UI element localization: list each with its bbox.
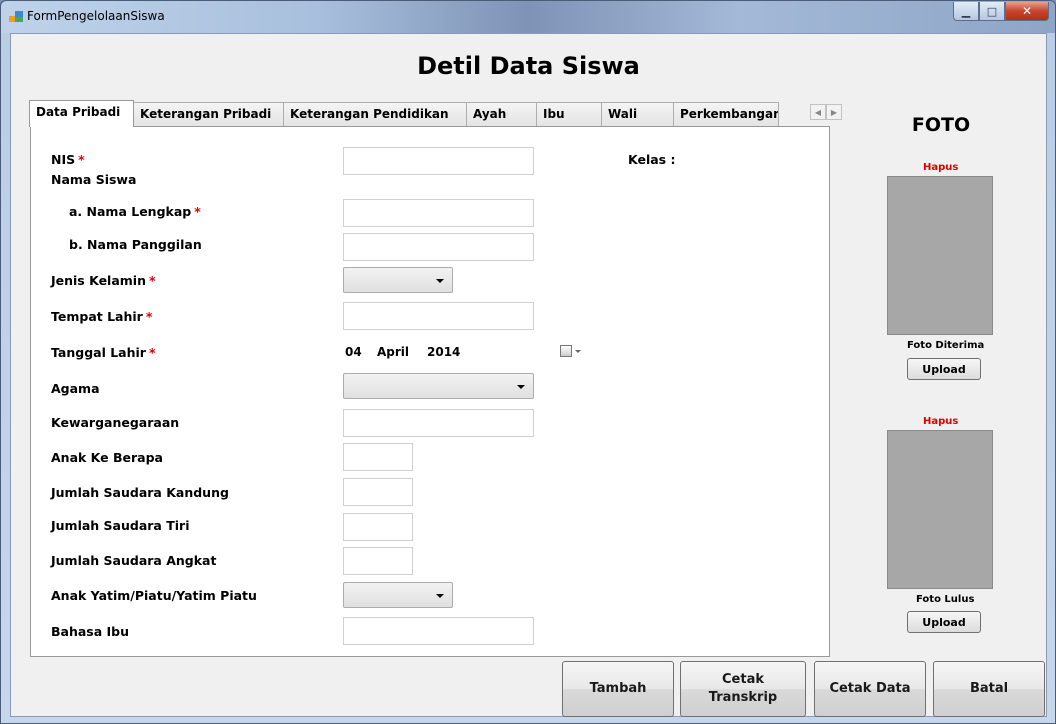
label-agama: Agama — [51, 381, 100, 396]
tab-wali[interactable]: Wali — [601, 102, 674, 126]
saudara-kandung-input[interactable] — [343, 478, 413, 506]
scroll-right-icon[interactable]: ▶ — [826, 104, 842, 120]
label-tanggal-lahir: Tanggal Lahir * — [51, 345, 156, 360]
foto-lulus-caption: Foto Lulus — [916, 594, 975, 605]
label-saudara-tiri: Jumlah Saudara Tiri — [51, 518, 190, 533]
label-nis: NIS * — [51, 152, 85, 167]
tab-keterangan-pribadi[interactable]: Keterangan Pribadi — [133, 102, 284, 126]
tab-data-pribadi[interactable]: Data Pribadi — [29, 100, 134, 127]
date-month: April — [377, 345, 410, 359]
label-kelas: Kelas : — [628, 152, 676, 167]
nis-input[interactable] — [343, 147, 534, 175]
scroll-left-icon[interactable]: ◀ — [810, 104, 826, 120]
hapus-foto-lulus-link[interactable]: Hapus — [923, 416, 958, 427]
tab-scroll-buttons: ◀ ▶ — [810, 104, 842, 120]
required-marker: * — [148, 345, 156, 360]
tab-strip: Data Pribadi Keterangan Pribadi Keterang… — [29, 100, 779, 127]
nama-lengkap-input[interactable] — [343, 199, 534, 227]
saudara-tiri-input[interactable] — [343, 513, 413, 541]
tab-panel-data-pribadi: NIS * Nama Siswa a. Nama Lengkap * b. Nama… — [30, 126, 830, 657]
chevron-down-icon — [436, 594, 444, 598]
foto-diterima-image — [887, 176, 993, 335]
form-window: FormPengelolaanSiswa ▁ □ ✕ Detil Data Si… — [0, 0, 1056, 724]
client-area: Detil Data Siswa Data Pribadi Keterangan… — [10, 33, 1047, 717]
maximize-button[interactable]: □ — [979, 2, 1005, 21]
upload-foto-diterima-button[interactable]: Upload — [907, 358, 981, 380]
label-bahasa-ibu: Bahasa Ibu — [51, 624, 130, 639]
anak-yatim-select[interactable] — [343, 582, 453, 608]
calendar-dropdown-icon[interactable] — [575, 350, 581, 353]
upload-foto-lulus-button[interactable]: Upload — [907, 611, 981, 633]
label-saudara-kandung: Jumlah Saudara Kandung — [51, 485, 229, 500]
required-marker: * — [78, 152, 85, 167]
tab-keterangan-pendidikan[interactable]: Keterangan Pendidikan — [283, 102, 467, 126]
label-jenis-kelamin: Jenis Kelamin * — [51, 273, 156, 288]
required-marker: * — [145, 309, 153, 324]
bahasa-ibu-input[interactable] — [343, 617, 534, 645]
cetak-transkrip-label-2: Transkrip — [708, 690, 778, 705]
saudara-angkat-input[interactable] — [343, 547, 413, 575]
maximize-icon: □ — [986, 4, 998, 18]
kewarganegaraan-input[interactable] — [343, 409, 534, 437]
close-button[interactable]: ✕ — [1005, 2, 1049, 21]
date-day: 04 — [345, 345, 362, 359]
required-marker: * — [194, 204, 201, 219]
minimize-icon: ▁ — [961, 4, 971, 18]
label-tempat-lahir: Tempat Lahir * — [51, 309, 153, 324]
foto-diterima-caption: Foto Diterima — [907, 340, 985, 351]
label-nama-panggilan: b. Nama Panggilan — [69, 237, 202, 252]
hapus-foto-diterima-link[interactable]: Hapus — [923, 162, 958, 173]
batal-button[interactable]: Batal — [933, 661, 1045, 717]
anak-ke-input[interactable] — [343, 443, 413, 471]
chevron-down-icon — [517, 385, 525, 389]
nama-panggilan-input[interactable] — [343, 233, 534, 261]
label-nama-lengkap: a. Nama Lengkap * — [69, 204, 201, 219]
label-saudara-angkat: Jumlah Saudara Angkat — [51, 553, 217, 568]
tab-perkembangan-siswa[interactable]: Perkembangan Siswa — [673, 102, 779, 126]
tab-ibu[interactable]: Ibu — [536, 102, 602, 126]
date-year: 2014 — [427, 345, 461, 359]
title-bar[interactable]: FormPengelolaanSiswa ▁ □ ✕ — [1, 1, 1055, 33]
label-anak-ke: Anak Ke Berapa — [51, 450, 163, 465]
cetak-transkrip-button[interactable]: Cetak Transkrip — [680, 661, 806, 717]
close-icon: ✕ — [1021, 4, 1033, 18]
tab-ayah[interactable]: Ayah — [466, 102, 537, 126]
page-title: Detil Data Siswa — [417, 52, 640, 80]
app-icon — [9, 11, 23, 23]
cetak-transkrip-label-1: Cetak — [722, 672, 764, 687]
calendar-icon[interactable] — [560, 345, 572, 357]
agama-select[interactable] — [343, 373, 534, 399]
label-nama-siswa: Nama Siswa — [51, 172, 137, 187]
minimize-button[interactable]: ▁ — [953, 2, 979, 21]
chevron-down-icon — [436, 279, 444, 283]
required-marker: * — [148, 273, 156, 288]
tambah-button[interactable]: Tambah — [562, 661, 674, 717]
cetak-data-button[interactable]: Cetak Data — [814, 661, 926, 717]
tanggal-lahir-picker[interactable]: 04 April 2014 — [343, 339, 591, 365]
tempat-lahir-input[interactable] — [343, 302, 534, 330]
label-anak-yatim: Anak Yatim/Piatu/Yatim Piatu — [51, 588, 257, 603]
window-title: FormPengelolaanSiswa — [27, 9, 165, 23]
foto-title: FOTO — [911, 114, 971, 136]
foto-lulus-image — [887, 430, 993, 589]
jenis-kelamin-select[interactable] — [343, 267, 453, 293]
label-kewarganegaraan: Kewarganegaraan — [51, 415, 180, 430]
